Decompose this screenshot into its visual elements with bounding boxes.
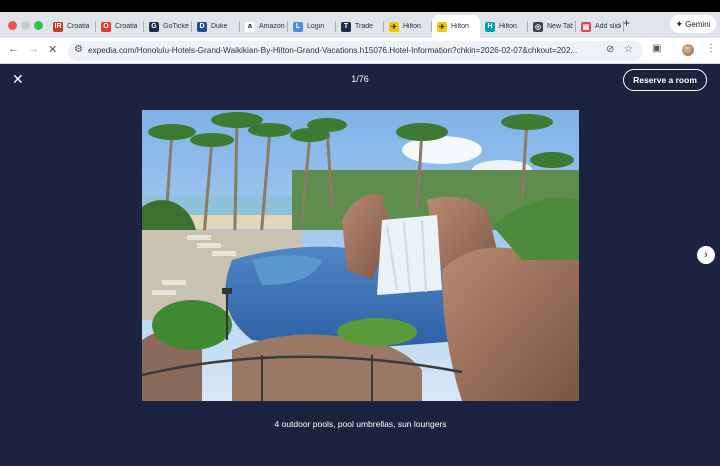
chrome-icon: ◎ xyxy=(533,21,543,32)
expedia-icon: ✈ xyxy=(389,21,399,32)
browser-tab[interactable]: D Duke xyxy=(192,15,240,38)
tab-title: Login xyxy=(307,23,325,30)
tab-title: Hilton xyxy=(499,23,517,30)
duke-icon: D xyxy=(197,21,207,32)
browser-tab[interactable]: a Amazon xyxy=(240,15,288,38)
browser-tab[interactable]: IR Croatia xyxy=(48,15,96,38)
side-panel-icon[interactable]: ▣ xyxy=(652,43,661,54)
forward-arrow-icon[interactable]: → xyxy=(28,43,39,55)
profile-avatar[interactable] xyxy=(682,44,694,56)
browser-tab-strip: IRCroatiaOCroatiaGGoTicketsDDukeaAmazonL… xyxy=(0,12,720,38)
hilton-icon: H xyxy=(485,21,495,32)
tab-title: Amazon xyxy=(259,23,285,30)
browser-tab[interactable]: ◎ New Tab xyxy=(528,15,576,38)
address-bar[interactable]: ⚙ expedia.com/Honolulu-Hotels-Grand-Waik… xyxy=(68,41,643,61)
next-photo-button[interactable]: › xyxy=(697,246,715,264)
tab-title: Hilton xyxy=(403,23,421,30)
back-arrow-icon[interactable]: ← xyxy=(8,43,19,55)
browser-toolbar: ← → ✕ ⚙ expedia.com/Honolulu-Hotels-Gran… xyxy=(0,38,720,64)
red-square-icon: IR xyxy=(53,21,63,32)
hotel-pool-photo[interactable] xyxy=(142,110,579,401)
amazon-icon: a xyxy=(245,21,255,32)
tab-title: Hilton xyxy=(451,23,469,30)
close-gallery-icon[interactable]: ✕ xyxy=(12,71,24,88)
eye-off-icon[interactable]: ⊘ xyxy=(606,44,614,55)
tab-title: Duke xyxy=(211,23,228,30)
tab-title: Croatia xyxy=(115,23,138,30)
tab-title: Trade xyxy=(355,23,374,30)
opera-icon: O xyxy=(101,21,111,32)
site-settings-icon[interactable]: ⚙ xyxy=(74,44,83,55)
tab-title: GoTickets xyxy=(163,23,189,30)
browser-tab[interactable]: L Login xyxy=(288,15,336,38)
gotickets-icon: G xyxy=(149,21,159,32)
url-text[interactable]: expedia.com/Honolulu-Hotels-Grand-Waikik… xyxy=(88,46,602,55)
gemini-button[interactable]: ✦ Gemini xyxy=(670,15,716,33)
browser-tab[interactable]: O Croatia xyxy=(96,15,144,38)
window-close-button[interactable] xyxy=(8,21,17,30)
gemini-label: Gemini xyxy=(685,19,711,29)
slides-icon: ▣ xyxy=(581,21,591,32)
reserve-room-button[interactable]: Reserve a room xyxy=(623,69,707,91)
window-minimize-button[interactable] xyxy=(21,21,30,30)
login-icon: L xyxy=(293,21,303,32)
pool-scene-image xyxy=(142,110,579,401)
bookmark-star-icon[interactable]: ☆ xyxy=(624,44,633,55)
expedia-icon: ✈ xyxy=(437,21,447,32)
tab-title: New Tab xyxy=(547,23,573,30)
tab-title: Croatia xyxy=(67,23,90,30)
photo-caption: 4 outdoor pools, pool umbrellas, sun lou… xyxy=(274,419,447,429)
tab-title: Add slides xyxy=(595,23,621,30)
browser-tab[interactable]: H Hilton xyxy=(480,15,528,38)
browser-tab[interactable]: ✈ Hilton xyxy=(432,15,480,38)
browser-tab[interactable]: ▣ Add slides xyxy=(576,15,624,38)
trade-icon: T xyxy=(341,21,351,32)
browser-tab[interactable]: ✈ Hilton xyxy=(384,15,432,38)
os-menu-strip xyxy=(0,0,720,12)
photo-counter: 1/76 xyxy=(351,74,369,84)
browser-tab[interactable]: G GoTickets xyxy=(144,15,192,38)
gemini-sparkle-icon: ✦ xyxy=(675,18,684,29)
new-tab-button[interactable]: + xyxy=(623,16,630,30)
browser-tab[interactable]: T Trade xyxy=(336,15,384,38)
stop-loading-icon[interactable]: ✕ xyxy=(48,43,57,56)
menu-kebab-icon[interactable]: ⋮ xyxy=(706,43,716,54)
tab-list: IRCroatiaOCroatiaGGoTicketsDDukeaAmazonL… xyxy=(48,15,624,38)
window-zoom-button[interactable] xyxy=(34,21,43,30)
